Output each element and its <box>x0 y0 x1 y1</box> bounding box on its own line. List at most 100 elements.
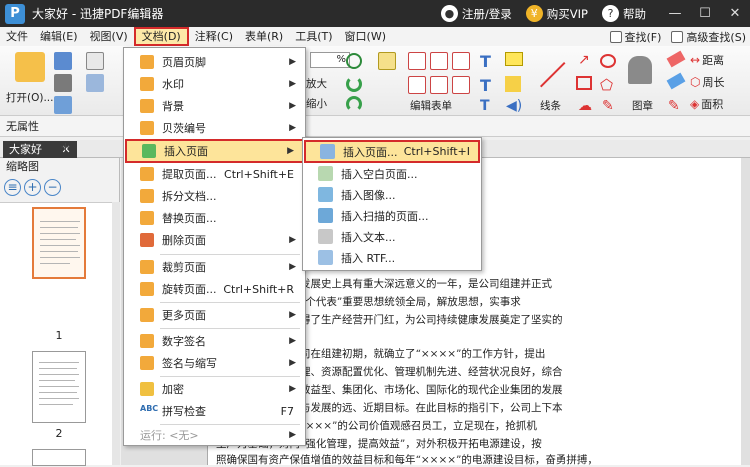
typewriter-icon[interactable]: T <box>480 98 490 114</box>
maximize-button[interactable]: ☐ <box>690 6 720 21</box>
submenu-item-insert-rtf[interactable]: 插入 RTF... <box>304 247 480 268</box>
extract-pages-icon <box>140 167 154 181</box>
page-thumbnail[interactable] <box>32 351 86 423</box>
open-button[interactable]: 打开(O)... <box>6 52 53 105</box>
menu-item-split-document[interactable]: 拆分文档... <box>125 185 304 207</box>
stamp-icon[interactable] <box>628 56 652 84</box>
perimeter-button[interactable]: ⬡ 周长 <box>690 74 724 90</box>
menu-item-more-pages[interactable]: 更多页面 ▶ <box>125 304 304 326</box>
callout-icon[interactable] <box>505 52 523 66</box>
help-button[interactable]: ? 帮助 <box>602 5 646 22</box>
menu-item-spell-check[interactable]: ABC 拼写检查 F7 <box>125 400 304 422</box>
menu-comment[interactable]: 注释(C) <box>189 27 239 46</box>
highlight-icon[interactable] <box>666 72 686 90</box>
menu-item-extract-pages[interactable]: 提取页面... Ctrl+Shift+E <box>125 163 304 185</box>
export-icon[interactable] <box>54 96 72 114</box>
thumbnail-zoom-out-icon[interactable]: − <box>44 178 61 196</box>
menu-form[interactable]: 表单(R) <box>239 27 289 46</box>
text-tool-icon[interactable]: T <box>480 52 491 71</box>
menu-item-background[interactable]: 背景 ▶ <box>125 95 304 117</box>
email-icon[interactable] <box>86 52 104 70</box>
submenu-item-insert-blank-page[interactable]: 插入空白页面... <box>304 163 480 184</box>
close-button[interactable]: ✕ <box>720 6 750 21</box>
form-field-icon-3[interactable] <box>452 52 470 70</box>
menu-tools[interactable]: 工具(T) <box>289 27 338 46</box>
find-button[interactable]: 查找(F) <box>609 29 661 45</box>
page-thumbnail[interactable] <box>32 207 86 279</box>
textbox-icon[interactable]: T <box>480 76 491 95</box>
menu-document[interactable]: 文档(D) <box>133 27 189 46</box>
help-label: 帮助 <box>623 6 646 21</box>
document-menu-dropdown: 页眉页脚 ▶ 水印 ▶ 背景 ▶ 贝茨编号 ▶ 插入页面 ▶ 提取页面... Ctrl+Sh… <box>123 47 306 446</box>
form-field-icon-6[interactable] <box>452 76 470 94</box>
rotate-left-icon[interactable] <box>346 96 362 112</box>
menu-window[interactable]: 窗口(W) <box>339 27 392 46</box>
menu-item-insert-pages[interactable]: 插入页面 ▶ <box>125 139 304 163</box>
form-field-icon-4[interactable] <box>408 76 426 94</box>
sound-icon[interactable]: ◀) <box>506 98 522 114</box>
menu-item-digital-signature[interactable]: 数字签名 ▶ <box>125 330 304 352</box>
line-tool-icon[interactable] <box>540 61 566 88</box>
arrow-tool-icon[interactable]: ↗ <box>578 52 590 68</box>
pencil-tool-icon[interactable]: ✎ <box>602 98 614 114</box>
user-icon: ● <box>440 5 458 22</box>
menu-edit[interactable]: 编辑(E) <box>34 27 84 46</box>
scan-icon[interactable] <box>86 74 104 92</box>
form-field-icon-5[interactable] <box>430 76 448 94</box>
digital-signature-icon <box>140 334 154 348</box>
ellipse-tool-icon[interactable] <box>600 54 616 68</box>
split-document-icon <box>140 189 154 203</box>
edit-form-label[interactable]: 编辑表单 <box>410 98 452 113</box>
print-icon[interactable] <box>54 74 72 92</box>
rect-tool-icon[interactable] <box>576 76 592 90</box>
eraser-icon[interactable] <box>666 50 686 68</box>
menu-view[interactable]: 视图(V) <box>84 27 134 46</box>
save-icon[interactable] <box>54 52 72 70</box>
lines-label[interactable]: 线条 <box>540 98 561 113</box>
sign-initials-icon <box>140 356 154 370</box>
page-thumbnail[interactable] <box>32 449 86 466</box>
thumbnail-options-icon[interactable]: ≡ <box>4 178 21 196</box>
submenu-item-insert-scanned-page[interactable]: 插入扫描的页面... <box>304 205 480 226</box>
note-icon[interactable] <box>505 76 521 92</box>
menu-item-watermark[interactable]: 水印 ▶ <box>125 73 304 95</box>
login-button[interactable]: ● 注册/登录 <box>440 5 512 22</box>
polygon-tool-icon[interactable]: ⬠ <box>600 76 613 94</box>
zoom-select[interactable]: % <box>310 52 350 68</box>
menu-item-encrypt[interactable]: 加密 ▶ <box>125 378 304 400</box>
menu-item-crop-pages[interactable]: 裁剪页面 ▶ <box>125 256 304 278</box>
advanced-find-button[interactable]: 高级查找(S) <box>671 29 746 45</box>
rotate-right-icon[interactable] <box>346 76 362 92</box>
form-field-icon-1[interactable] <box>408 52 426 70</box>
cloud-tool-icon[interactable]: ☁ <box>578 98 592 114</box>
area-button[interactable]: ◈ 面积 <box>690 96 723 112</box>
menu-item-run[interactable]: 运行: <无> ▶ <box>125 424 304 446</box>
enlarge-label[interactable]: 放大 <box>306 76 327 91</box>
select-tool-icon[interactable] <box>378 52 396 70</box>
menu-item-delete-pages[interactable]: 删除页面 ▶ <box>125 229 304 251</box>
menu-file[interactable]: 文件 <box>0 27 34 46</box>
title-bar: P 大家好 - 迅捷PDF编辑器 ● 注册/登录 ¥ 购买VIP ? 帮助 — … <box>0 0 750 27</box>
shrink-label[interactable]: 缩小 <box>306 96 327 111</box>
form-field-icon-2[interactable] <box>430 52 448 70</box>
vip-button[interactable]: ¥ 购买VIP <box>525 5 588 22</box>
menu-item-bates-numbering[interactable]: 贝茨编号 ▶ <box>125 117 304 139</box>
more-pages-icon <box>140 308 154 322</box>
pen-icon[interactable]: ✎ <box>668 98 680 114</box>
menu-item-sign-initials[interactable]: 签名与缩写 ▶ <box>125 352 304 374</box>
menu-item-rotate-pages[interactable]: 旋转页面... Ctrl+Shift+R <box>125 278 304 300</box>
add-tab-button[interactable]: + <box>60 140 71 155</box>
watermark-icon <box>140 77 154 91</box>
minimize-button[interactable]: — <box>660 6 690 21</box>
stamp-label[interactable]: 图章 <box>632 98 653 113</box>
thumbnail-scrollbar[interactable] <box>112 202 120 465</box>
crop-pages-icon <box>140 260 154 274</box>
submenu-item-insert-pages[interactable]: 插入页面... Ctrl+Shift+I <box>304 140 480 163</box>
zoom-in-icon[interactable] <box>346 53 362 69</box>
submenu-item-insert-image[interactable]: 插入图像... <box>304 184 480 205</box>
thumbnail-zoom-in-icon[interactable]: + <box>24 178 41 196</box>
menu-item-replace-pages[interactable]: 替换页面... <box>125 207 304 229</box>
distance-button[interactable]: ↔ 距离 <box>690 52 724 68</box>
menu-item-header-footer[interactable]: 页眉页脚 ▶ <box>125 51 304 73</box>
submenu-item-insert-text[interactable]: 插入文本... <box>304 226 480 247</box>
